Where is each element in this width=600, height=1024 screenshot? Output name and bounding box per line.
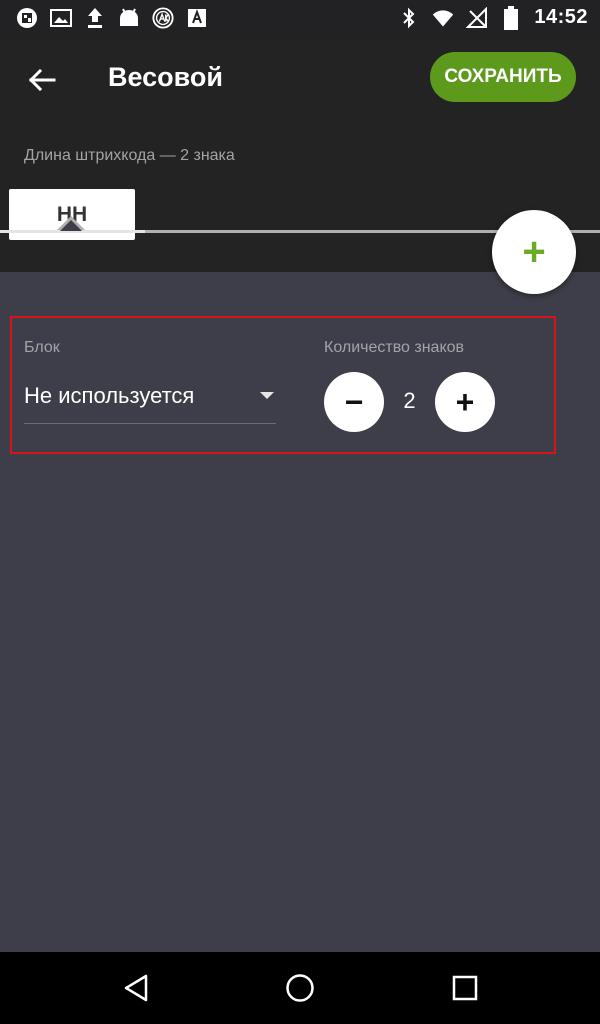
nav-recents-button[interactable] (445, 968, 485, 1008)
no-signal-icon (466, 6, 488, 29)
digit-count-value: 2 (403, 388, 416, 413)
nav-back-button[interactable] (116, 968, 156, 1008)
upload-icon (84, 7, 106, 29)
plus-icon: + (522, 229, 546, 274)
ak-badge-icon (152, 7, 174, 29)
square-recents-icon (452, 975, 478, 1001)
barcode-length-caption: Длина штрихкода — 2 знака (24, 147, 235, 164)
bluetooth-icon (398, 7, 420, 29)
nav-home-button[interactable] (280, 968, 320, 1008)
font-a-icon (186, 7, 208, 29)
dropdown-arrow-icon (260, 392, 274, 399)
triangle-back-icon (124, 974, 148, 1002)
clock: 14:52 (534, 6, 588, 28)
plus-icon: + (455, 383, 475, 420)
block-type-value: Не используется (24, 383, 195, 408)
save-button[interactable]: СОХРАНИТЬ (430, 52, 576, 102)
wifi-icon (432, 7, 454, 29)
circle-home-icon (286, 974, 314, 1002)
decrement-button[interactable]: − (324, 372, 384, 432)
selected-chip-pointer-inner (60, 220, 82, 231)
image-icon (50, 7, 72, 29)
status-bar: 14:52 (0, 0, 600, 38)
increment-button[interactable]: + (435, 372, 495, 432)
back-button[interactable] (22, 60, 62, 100)
block-label: Блок (24, 339, 60, 356)
battery-icon (500, 5, 522, 30)
add-block-button[interactable]: + (492, 210, 576, 294)
notification-icons (16, 7, 208, 29)
block-type-select[interactable]: Не используется (24, 372, 276, 424)
android-icon (118, 7, 140, 29)
app-notification-icon (16, 7, 38, 29)
digit-count-label: Количество знаков (324, 339, 465, 356)
minus-icon: − (344, 383, 364, 420)
system-icons: 14:52 (398, 5, 588, 30)
page-title: Весовой (108, 62, 224, 92)
arrow-left-icon (28, 68, 56, 92)
navigation-bar (0, 952, 600, 1024)
